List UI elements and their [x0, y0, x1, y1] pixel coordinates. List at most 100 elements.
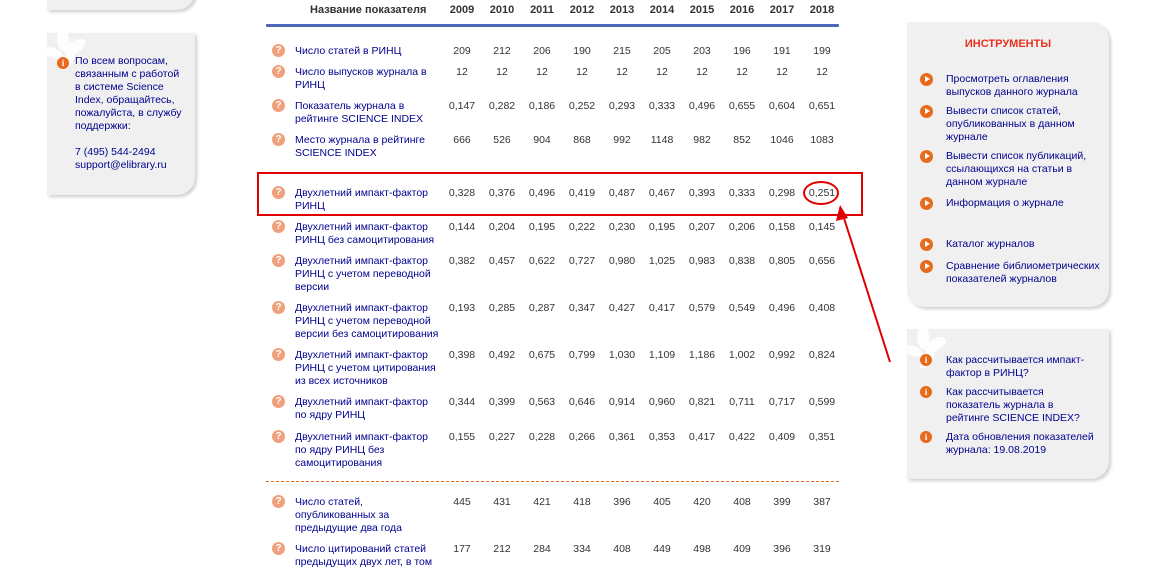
indicator-name-line: РИНЦ с учетом цитирования	[295, 362, 436, 374]
indicator-name-line: Показатель журнала в	[295, 100, 405, 112]
year-header: 2009	[449, 4, 475, 16]
tool-link-label[interactable]: Каталог журналов	[946, 238, 1106, 251]
tool-link-line: Информация о журнале	[946, 197, 1064, 209]
help-question-icon[interactable]: ?	[272, 133, 285, 146]
value-cell: 215	[613, 45, 631, 57]
value-cell: 418	[573, 496, 591, 508]
value-cell: 0,838	[728, 255, 756, 267]
value-cell: 0,186	[528, 100, 556, 112]
value-cell: 206	[533, 45, 551, 57]
help-question-icon[interactable]: ?	[272, 542, 285, 555]
year-header: 2015	[689, 4, 715, 16]
help-question-icon[interactable]: ?	[272, 430, 285, 443]
help-question-icon[interactable]: ?	[272, 348, 285, 361]
help-question-icon[interactable]: ?	[272, 99, 285, 112]
value-cell: 0,579	[688, 302, 716, 314]
value-cell: 982	[693, 134, 711, 146]
support-line: Index, обращайтесь,	[75, 94, 175, 106]
value-cell: 0,799	[568, 349, 596, 361]
value-cell: 0,155	[448, 431, 476, 443]
value-cell: 405	[653, 496, 671, 508]
value-cell: 0,204	[488, 221, 516, 233]
tool-link-label[interactable]: Информация о журнале	[946, 197, 1106, 210]
value-cell: 1148	[650, 134, 674, 146]
value-cell: 0,361	[608, 431, 636, 443]
tool-link-line: ссылающихся на статьи в	[946, 163, 1073, 175]
value-cell: 0,227	[488, 431, 516, 443]
value-cell: 0,195	[648, 221, 676, 233]
value-cell: 0,287	[528, 302, 556, 314]
info-link-line: рейтинге SCIENCE INDEX?	[946, 412, 1080, 424]
info-link-label[interactable]: Дата обновления показателей журнала: 19.0…	[946, 431, 1111, 457]
value-cell: 0,960	[648, 396, 676, 408]
indicator-name-line: опубликованных за	[295, 509, 390, 521]
help-question-icon[interactable]: ?	[272, 395, 285, 408]
value-cell: 387	[813, 496, 831, 508]
value-cell: 0,675	[528, 349, 556, 361]
value-cell: 0,398	[448, 349, 476, 361]
indicator-name: Двухлетний импакт-фактор по ядру РИНЦ	[295, 396, 445, 422]
year-header: 2014	[649, 4, 675, 16]
value-cell: 0,492	[488, 349, 516, 361]
value-cell: 0,805	[768, 255, 796, 267]
value-cell: 0,914	[608, 396, 636, 408]
indicator-name-line: Двухлетний импакт-фактор	[295, 349, 429, 361]
indicator-name: Двухлетний импакт-фактор РИНЦ с учетом пе…	[295, 255, 445, 294]
info-link-line: Как рассчитывается импакт-	[946, 354, 1085, 366]
help-question-icon[interactable]: ?	[272, 220, 285, 233]
value-cell: 904	[533, 134, 551, 146]
value-cell: 0,353	[648, 431, 676, 443]
value-cell: 0,651	[808, 100, 836, 112]
value-cell: 0,711	[729, 396, 755, 408]
value-cell: 0,266	[568, 431, 596, 443]
help-question-icon[interactable]: ?	[272, 254, 285, 267]
value-cell: 0,824	[808, 349, 836, 361]
value-cell: 0,144	[448, 221, 476, 233]
info-link-label[interactable]: Как рассчитывается показатель журнала в ре…	[946, 386, 1111, 425]
indicator-name-line: предыдущих двух лет, в том	[295, 556, 433, 568]
value-cell: 209	[453, 45, 471, 57]
value-cell: 0,347	[568, 302, 596, 314]
value-cell: 0,821	[688, 396, 716, 408]
info-panel: i Как рассчитывается импакт-фактор в РИНЦ…	[905, 327, 1111, 479]
value-cell: 396	[773, 543, 791, 555]
help-question-icon[interactable]: ?	[272, 301, 285, 314]
year-header: 2011	[530, 4, 554, 16]
value-cell: 420	[693, 496, 711, 508]
value-cell: 498	[693, 543, 711, 555]
tool-link-line: данном журнале	[946, 176, 1028, 188]
highlight-box	[257, 172, 863, 216]
tool-link-label[interactable]: Просмотреть оглавления выпусков данного ж…	[946, 73, 1106, 99]
tool-link-label[interactable]: Вывести список статей, опубликованных в д…	[946, 105, 1106, 144]
indicator-name-line: РИНЦ	[295, 79, 325, 91]
help-question-icon[interactable]: ?	[272, 495, 285, 508]
value-cell: 12	[816, 66, 828, 78]
support-box: i По всем вопросам, связанным с работой …	[45, 29, 195, 195]
value-cell: 0,992	[768, 349, 796, 361]
support-email-link[interactable]: support@elibrary.ru	[75, 159, 187, 172]
value-cell: 1,025	[648, 255, 676, 267]
support-text: По всем вопросам, связанным с работой в …	[75, 55, 187, 172]
value-cell: 526	[493, 134, 511, 146]
play-arrow-icon	[920, 260, 933, 273]
tool-link-label[interactable]: Вывести список публикаций, ссылающихся на…	[946, 150, 1106, 189]
indicator-name-line: по ядру РИНЦ	[295, 409, 366, 421]
indicator-name-line: Двухлетний импакт-фактор	[295, 396, 429, 408]
value-cell: 0,382	[448, 255, 476, 267]
value-cell: 408	[733, 496, 751, 508]
info-link-label[interactable]: Как рассчитывается импакт-фактор в РИНЦ?	[946, 354, 1111, 380]
play-arrow-icon	[920, 73, 933, 86]
value-cell: 12	[656, 66, 668, 78]
value-cell: 0,408	[808, 302, 836, 314]
value-cell: 212	[493, 543, 511, 555]
tool-link-label[interactable]: Сравнение библиометрических показателей ж…	[946, 260, 1106, 286]
info-link-line: Дата обновления показателей	[946, 431, 1094, 443]
value-cell: 199	[813, 45, 831, 57]
help-question-icon[interactable]: ?	[272, 44, 285, 57]
indicator-name-line: из всех источников	[295, 375, 388, 387]
info-icon: i	[920, 431, 932, 443]
value-cell: 0,604	[768, 100, 796, 112]
tool-link-line: журнале	[946, 131, 988, 143]
play-arrow-icon	[920, 238, 933, 251]
help-question-icon[interactable]: ?	[272, 65, 285, 78]
